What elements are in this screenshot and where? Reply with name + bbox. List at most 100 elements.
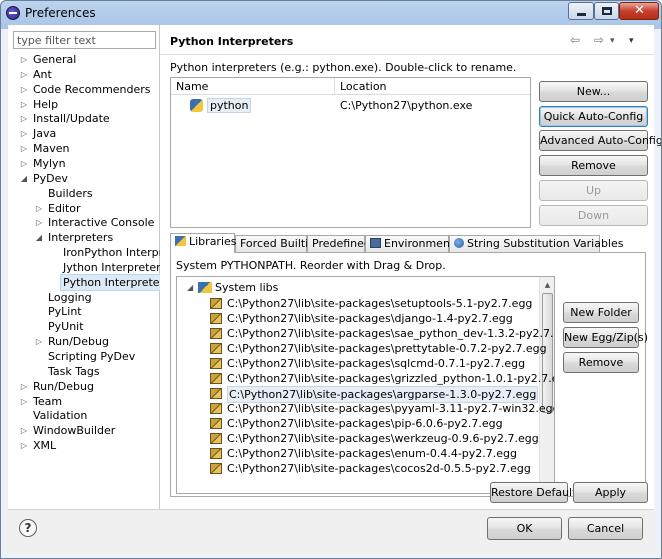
collapsed-arrow-icon[interactable]: ▷	[19, 67, 29, 82]
sidebar-item-pyunit[interactable]: PyUnit	[8, 319, 159, 334]
system-libs-icon	[198, 282, 212, 293]
tab-label: Environment	[384, 237, 455, 250]
tab-forced-builtins[interactable]: Forced Builtins	[235, 235, 321, 252]
collapsed-arrow-icon[interactable]: ▷	[19, 111, 29, 126]
collapsed-arrow-icon[interactable]: ▷	[34, 215, 44, 230]
sidebar-item-java[interactable]: ▷ Java	[8, 126, 159, 141]
back-arrow-icon[interactable]: ⇦	[570, 33, 580, 47]
sidebar-item-task-tags[interactable]: Task Tags	[8, 364, 159, 379]
sidebar-item-logging[interactable]: Logging	[8, 290, 159, 305]
up-button[interactable]: Up	[539, 180, 648, 201]
collapsed-arrow-icon[interactable]: ▷	[19, 82, 29, 97]
cancel-button[interactable]: Cancel	[568, 517, 643, 540]
collapsed-arrow-icon[interactable]: ▷	[19, 423, 29, 438]
quick-auto-config-button[interactable]: Quick Auto-Config	[539, 106, 648, 127]
sidebar-item-windowbuilder[interactable]: ▷ WindowBuilder	[8, 423, 159, 438]
view-menu-icon[interactable]: ▾	[629, 36, 634, 46]
sidebar-item-install-update[interactable]: ▷ Install/Update	[8, 111, 159, 126]
libraries-icon	[175, 236, 186, 246]
sidebar-item-scripting-pydev[interactable]: Scripting PyDev	[8, 349, 159, 364]
new-folder-button[interactable]: New Folder	[563, 302, 639, 323]
collapsed-arrow-icon[interactable]: ▷	[19, 438, 29, 453]
library-path: C:\Python27\lib\site-packages\setuptools…	[227, 297, 533, 310]
sidebar-item-interactive-console[interactable]: ▷ Interactive Console	[8, 215, 159, 230]
library-path: C:\Python27\lib\site-packages\sqlcmd-0.7…	[227, 357, 526, 370]
tab-predefined[interactable]: Predefined	[307, 235, 371, 252]
sidebar-item-label: Validation	[33, 409, 88, 423]
collapsed-arrow-icon[interactable]: ▷	[19, 394, 29, 409]
minimize-icon	[577, 13, 586, 16]
sidebar-item-label: IronPython Interpre	[63, 246, 170, 260]
close-button[interactable]: ✕	[619, 2, 659, 20]
sidebar-item-run-debug[interactable]: ▷ Run/Debug	[8, 334, 159, 349]
sidebar-item-general[interactable]: ▷ General	[8, 52, 159, 67]
forward-arrow-icon[interactable]: ⇨	[594, 33, 604, 47]
new-interpreter-button[interactable]: New...	[539, 81, 648, 102]
title-bar[interactable]: Preferences ✕	[1, 1, 661, 25]
advanced-auto-config-button[interactable]: Advanced Auto-Config	[539, 130, 661, 151]
sidebar-item-label: Ant	[33, 67, 52, 81]
egg-archive-icon	[210, 343, 222, 354]
egg-archive-icon	[210, 328, 222, 339]
collapsed-arrow-icon[interactable]: ▷	[19, 379, 29, 394]
sidebar-item-ironpython-interpre[interactable]: IronPython Interpre	[8, 245, 170, 260]
sidebar-item-jython-interpreter[interactable]: Jython Interpreter	[8, 260, 161, 275]
filter-input[interactable]	[13, 31, 156, 49]
egg-archive-icon	[210, 313, 222, 324]
sidebar-item-ant[interactable]: ▷ Ant	[8, 67, 159, 82]
help-icon[interactable]: ?	[19, 519, 37, 537]
apply-button[interactable]: Apply	[573, 482, 648, 503]
sidebar-item-python-interpreter[interactable]: Python Interpreter	[8, 273, 168, 291]
sidebar-item-label: Interpreters	[48, 231, 114, 245]
tab-environment[interactable]: Environment	[365, 235, 454, 252]
expanded-arrow-icon[interactable]: ◢	[34, 230, 44, 245]
down-button[interactable]: Down	[539, 205, 648, 226]
sidebar-item-interpreters[interactable]: ◢ Interpreters	[8, 230, 159, 245]
expanded-arrow-icon: ◢	[187, 283, 194, 292]
sidebar-item-label: Task Tags	[48, 364, 100, 378]
sidebar-item-code-recommenders[interactable]: ▷ Code Recommenders	[8, 82, 159, 97]
dropdown-arrow-icon[interactable]: ▾	[610, 36, 615, 46]
egg-archive-icon	[210, 298, 222, 309]
sidebar-item-builders[interactable]: Builders	[8, 186, 159, 201]
ok-button[interactable]: OK	[487, 517, 562, 540]
interpreter-location: C:\Python27\python.exe	[340, 99, 473, 112]
expanded-arrow-icon[interactable]: ◢	[19, 171, 29, 186]
collapsed-arrow-icon[interactable]: ▷	[34, 334, 44, 349]
sidebar-item-maven[interactable]: ▷ Maven	[8, 141, 159, 156]
page-title: Python Interpreters	[170, 35, 294, 48]
sidebar-item-run-debug[interactable]: ▷ Run/Debug	[8, 379, 159, 394]
column-header-name[interactable]: Name	[171, 78, 335, 95]
interpreters-table[interactable]: Name Location python C:\Python27\python.…	[170, 77, 531, 228]
collapsed-arrow-icon[interactable]: ▷	[19, 126, 29, 141]
remove-library-button[interactable]: Remove	[563, 352, 639, 373]
maximize-button[interactable]	[594, 2, 619, 20]
tab-libraries[interactable]: Libraries	[170, 233, 237, 253]
collapsed-arrow-icon[interactable]: ▷	[19, 97, 29, 112]
egg-archive-icon	[210, 403, 222, 414]
preference-tree-pane: ▷ General ▷ Ant ▷ Code Recommenders ▷ Help ▷ Inst…	[8, 25, 170, 509]
remove-interpreter-button[interactable]: Remove	[539, 155, 648, 176]
sidebar-item-label: Python Interpreter	[59, 273, 168, 291]
collapsed-arrow-icon[interactable]: ▷	[34, 201, 44, 216]
collapsed-arrow-icon[interactable]: ▷	[19, 156, 29, 171]
table-row[interactable]: python C:\Python27\python.exe	[171, 98, 530, 114]
tab-string-substitution-variables[interactable]: String Substitution Variables	[449, 235, 623, 252]
sidebar-item-team[interactable]: ▷ Team	[8, 394, 159, 409]
collapsed-arrow-icon[interactable]: ▷	[19, 52, 29, 67]
scroll-up-icon[interactable]: ▲	[541, 278, 554, 292]
sidebar-item-pydev[interactable]: ◢ PyDev	[8, 171, 159, 186]
sidebar-item-pylint[interactable]: PyLint	[8, 304, 159, 319]
sidebar-item-mylyn[interactable]: ▷ Mylyn	[8, 156, 159, 171]
minimize-button[interactable]	[568, 2, 594, 20]
sidebar-item-validation[interactable]: Validation	[8, 408, 159, 423]
sidebar-item-editor[interactable]: ▷ Editor	[8, 201, 159, 216]
new-egg-zip-button[interactable]: New Egg/Zip(s)	[563, 327, 648, 348]
system-libs-tree[interactable]: ◢ System libs ▲ ▼ C:\Python27\lib\site-p…	[176, 276, 555, 494]
collapsed-arrow-icon[interactable]: ▷	[19, 141, 29, 156]
sidebar-item-help[interactable]: ▷ Help	[8, 97, 159, 112]
column-header-location[interactable]: Location	[335, 78, 530, 95]
system-libs-label: System libs	[215, 281, 279, 294]
restore-defaults-button[interactable]: Restore Defaults	[490, 482, 582, 503]
sidebar-item-xml[interactable]: ▷ XML	[8, 438, 159, 453]
